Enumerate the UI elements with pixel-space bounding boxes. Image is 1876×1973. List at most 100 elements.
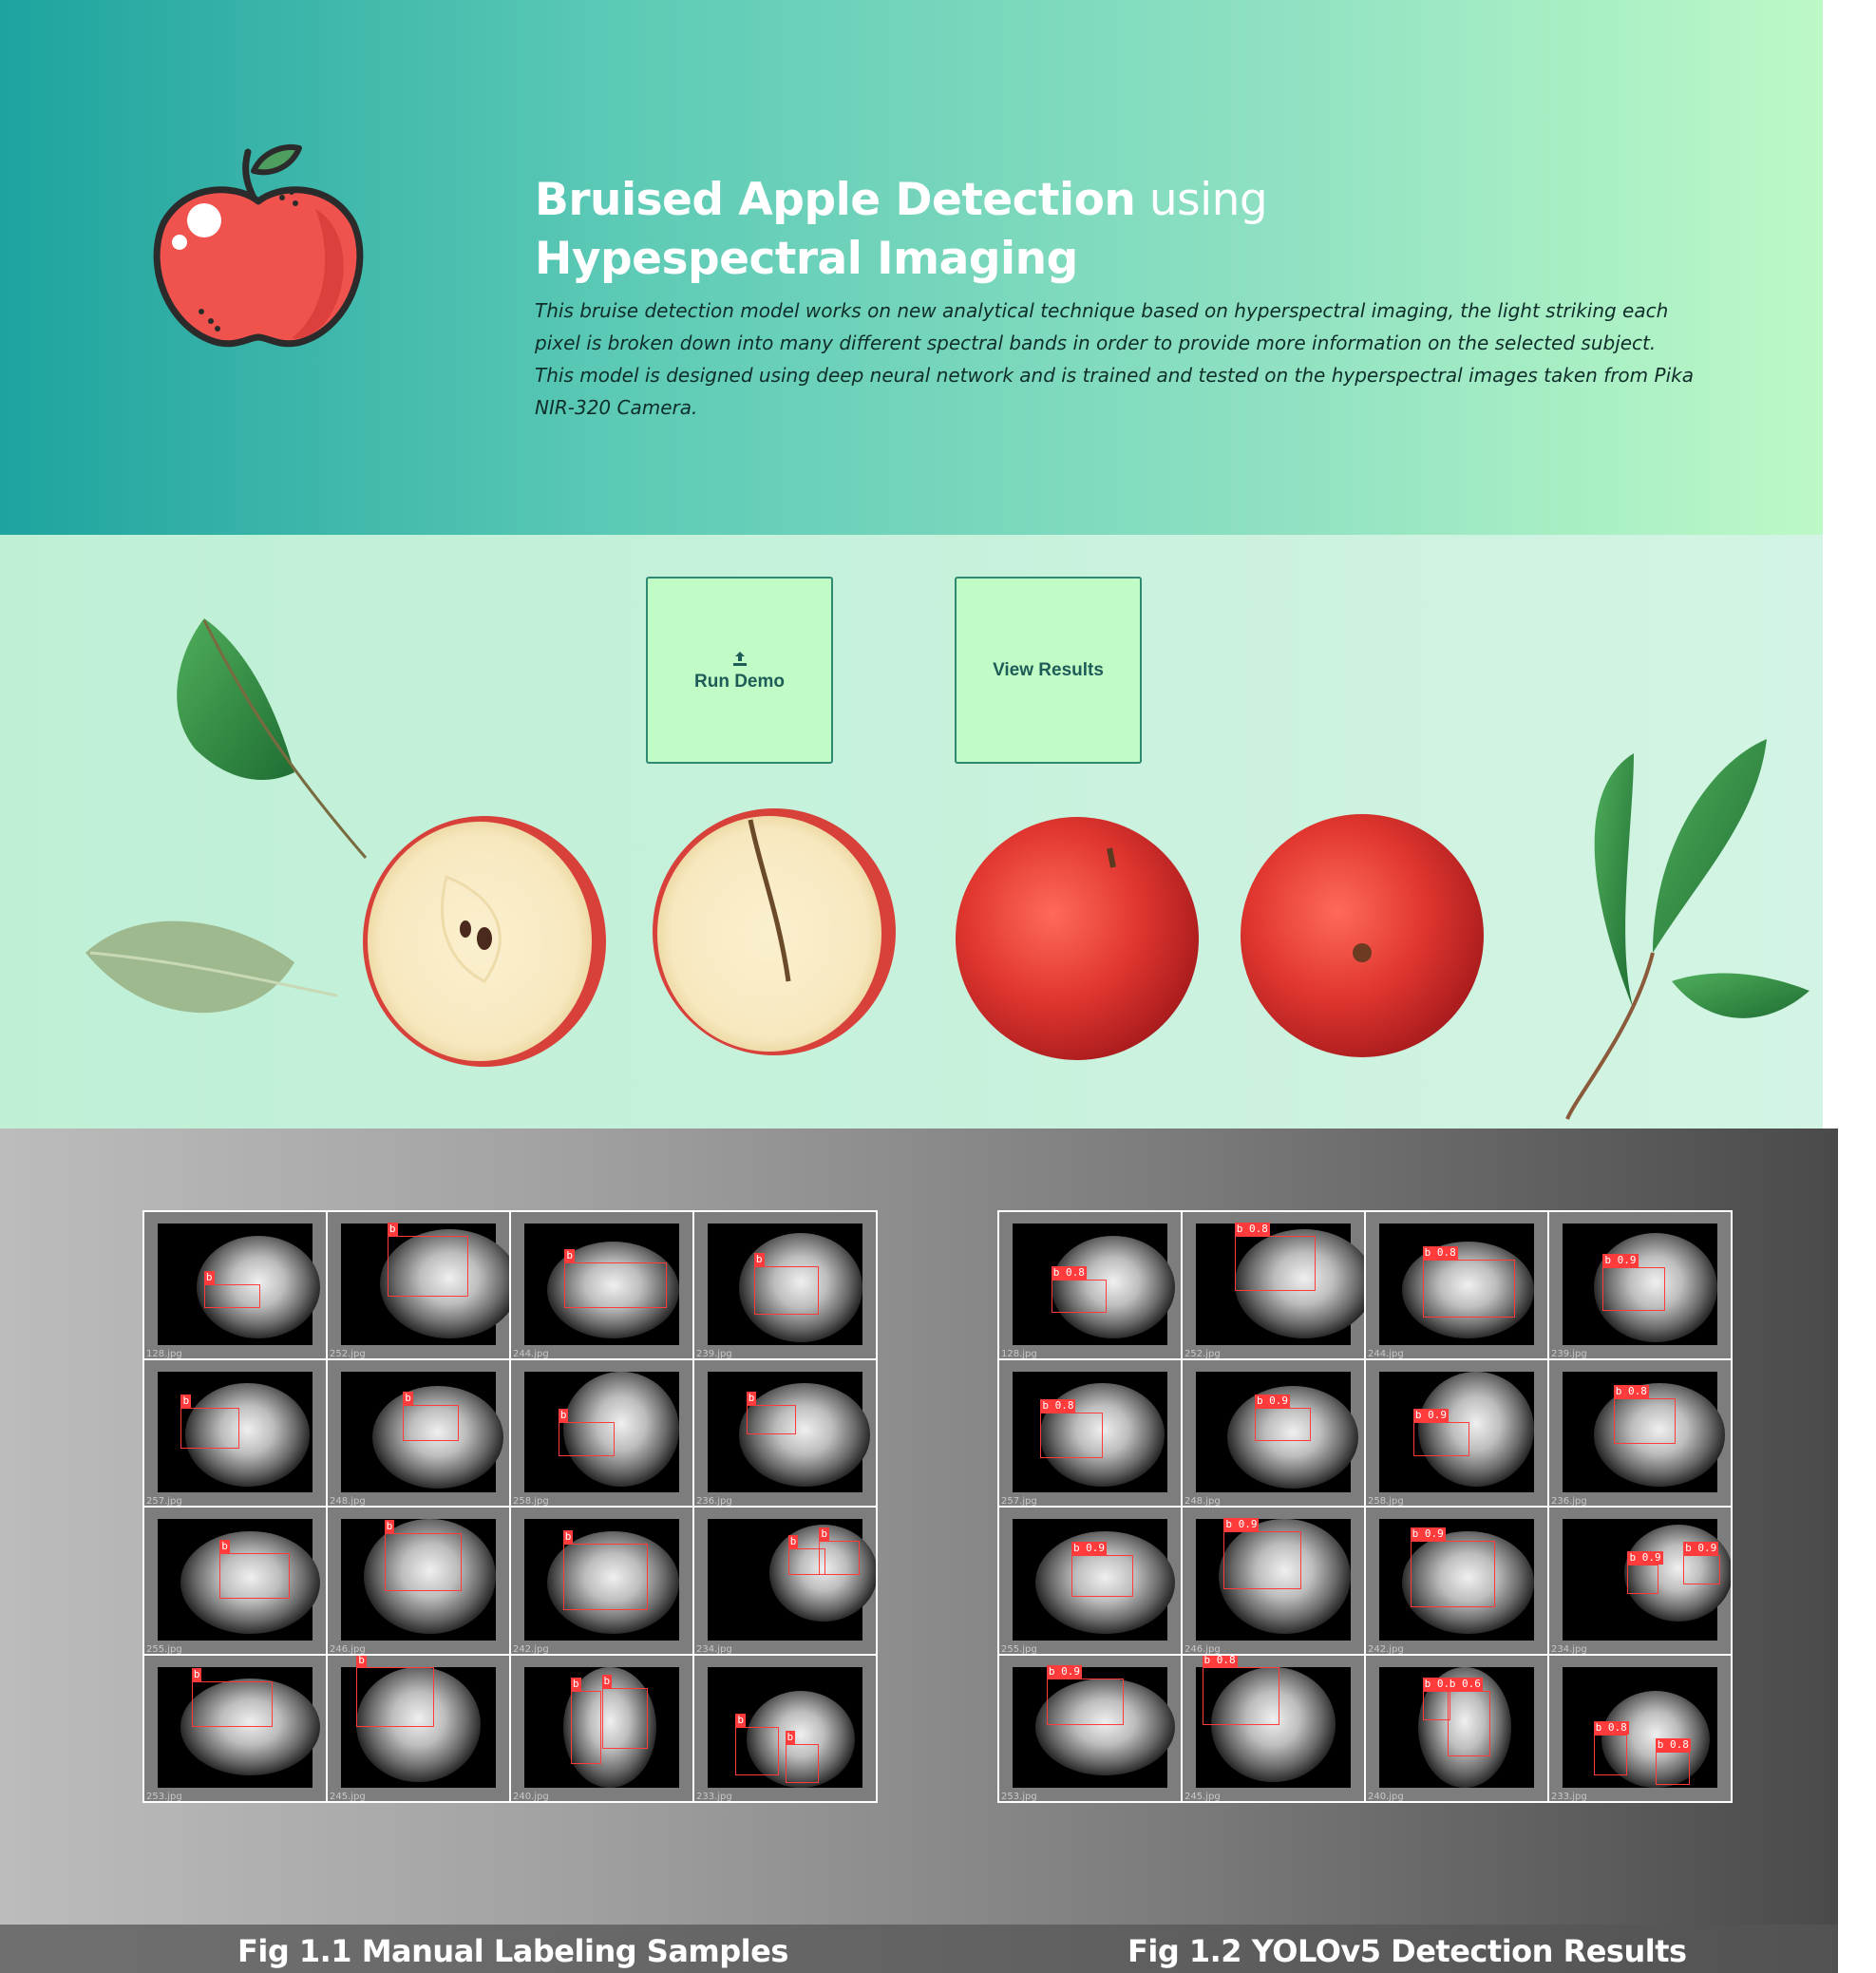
bruise-label: b 0.9 — [1683, 1542, 1719, 1556]
bruise-bounding-box: b — [384, 1520, 463, 1592]
hyperspectral-image: b 0.9 — [1379, 1371, 1534, 1492]
hyperspectral-image: b 0.9 — [1196, 1517, 1351, 1641]
hyperspectral-image: b 0.9 — [1196, 1371, 1359, 1492]
upload-icon — [732, 651, 747, 666]
image-filename: 128.jpg — [1001, 1348, 1037, 1358]
hyperspectral-image: b — [708, 1371, 871, 1492]
image-filename: 252.jpg — [1184, 1348, 1221, 1358]
bruise-bounding-box: b 0.8 — [1040, 1398, 1103, 1459]
manual-cell: b b 234.jpg — [694, 1508, 876, 1654]
view-results-button[interactable]: View Results — [955, 577, 1142, 764]
bruise-bounding-box: b — [356, 1655, 434, 1728]
bruise-bounding-box: b 0.9 — [1627, 1551, 1663, 1595]
image-filename: 244.jpg — [1368, 1348, 1404, 1358]
hyperspectral-image: b 0.9 — [1013, 1665, 1176, 1788]
bruise-bounding-box: b — [746, 1392, 796, 1434]
image-filename: 233.jpg — [696, 1792, 732, 1801]
hyperspectral-image: b — [158, 1519, 321, 1641]
bruise-bounding-box: b — [819, 1527, 860, 1575]
detection-cell: b 0.8 236.jpg — [1549, 1359, 1731, 1506]
bruise-label: b — [785, 1731, 796, 1745]
bruise-label: b 0.8 — [1040, 1398, 1076, 1413]
manual-cell: b 239.jpg — [694, 1212, 876, 1358]
image-filename: 242.jpg — [513, 1643, 549, 1654]
figure-caption-right: Fig 1.2 YOLOv5 Detection Results — [1127, 1933, 1687, 1969]
bruise-bounding-box: b 0.9 — [1254, 1394, 1311, 1442]
bruise-bounding-box: b 0.8 — [1234, 1222, 1316, 1292]
detection-cell: b 0.8 257.jpg — [999, 1359, 1181, 1506]
bruise-bounding-box: b 0.9 — [1683, 1542, 1721, 1584]
detection-cell: b 0.8 252.jpg — [1183, 1212, 1364, 1358]
image-filename: 258.jpg — [513, 1496, 549, 1506]
detection-cell: b 0.8 128.jpg — [999, 1212, 1181, 1358]
bruise-label: b — [735, 1714, 746, 1728]
bruise-bounding-box: b 0.9 — [1071, 1542, 1134, 1597]
image-filename: 234.jpg — [1551, 1643, 1587, 1654]
bruise-bounding-box: b 0.8 — [1655, 1737, 1691, 1786]
view-results-label: View Results — [993, 659, 1104, 680]
bruise-bounding-box: b — [562, 1529, 649, 1610]
manual-cell: b 242.jpg — [511, 1508, 692, 1654]
image-filename: 240.jpg — [513, 1792, 549, 1801]
manual-cell: b b 240.jpg — [511, 1655, 692, 1801]
bruise-bounding-box: b — [403, 1392, 459, 1442]
bruise-label: b — [180, 1394, 192, 1408]
image-filename: 246.jpg — [1184, 1643, 1221, 1654]
bruise-bounding-box: b 0.8 — [1422, 1246, 1516, 1318]
description-paragraph-1: This bruise detection model works on new… — [535, 299, 1669, 354]
image-filename: 246.jpg — [330, 1643, 366, 1654]
image-filename: 257.jpg — [146, 1496, 182, 1506]
run-demo-button[interactable]: Run Demo — [646, 577, 833, 764]
image-filename: 236.jpg — [696, 1496, 732, 1506]
bruise-label: b — [819, 1527, 829, 1541]
image-filename: 245.jpg — [330, 1792, 366, 1801]
image-filename: 248.jpg — [1184, 1496, 1221, 1506]
hero-description: This bruise detection model works on new… — [535, 294, 1703, 424]
description-paragraph-2: This model is designed using deep neural… — [535, 364, 1694, 419]
bruise-bounding-box: b 0.9 — [1223, 1517, 1301, 1589]
bruise-label: b — [570, 1678, 581, 1691]
page-title: Bruised Apple Detection using Hypespectr… — [535, 171, 1675, 289]
title-line2: Hypespectral Imaging — [535, 233, 1078, 285]
bruise-label: b — [384, 1520, 395, 1534]
apple-blob — [738, 1383, 871, 1487]
hyperspectral-image: b — [341, 1371, 504, 1492]
bruise-bounding-box: b 0.9 — [1412, 1409, 1469, 1456]
bruise-label: b 0.9 — [1602, 1253, 1639, 1267]
hyperspectral-image: b — [524, 1371, 679, 1492]
title-light: using — [1135, 174, 1268, 226]
bruise-bounding-box: b 0.6 — [1422, 1678, 1458, 1720]
manual-cell: b 245.jpg — [328, 1655, 509, 1801]
bruise-label: b 0.8 — [1051, 1265, 1087, 1280]
image-filename: 255.jpg — [146, 1643, 182, 1654]
caption-bar: Fig 1.1 Manual Labeling Samples Fig 1.2 … — [0, 1925, 1838, 1973]
hyperspectral-image: b 0.8 b 0.8 — [1563, 1666, 1717, 1788]
bruise-bounding-box: b 0.9 — [1602, 1253, 1665, 1311]
image-filename: 239.jpg — [1551, 1348, 1587, 1358]
bruise-label: b — [403, 1392, 413, 1406]
bruise-label: b 0.8 — [1234, 1222, 1270, 1236]
detection-cell: b 0.8 b 0.8 233.jpg — [1549, 1655, 1731, 1801]
yolo-detection-grid: b 0.8 128.jpg b 0.8 252.jpg b 0.8 244.jpg b 0.… — [997, 1210, 1733, 1803]
bruise-label: b — [601, 1675, 613, 1689]
bruise-bounding-box: b — [219, 1539, 290, 1600]
image-filename: 258.jpg — [1368, 1496, 1404, 1506]
bruise-bounding-box: b 0.8 — [1613, 1384, 1676, 1444]
hyperspectral-image: b — [341, 1222, 509, 1345]
figure-caption-left: Fig 1.1 Manual Labeling Samples — [237, 1933, 788, 1969]
results-section: b 128.jpg b 252.jpg b 244.jpg b 239.jpg b 257.jpg… — [0, 1129, 1838, 1973]
image-filename: 239.jpg — [696, 1348, 732, 1358]
bruise-label: b — [753, 1252, 765, 1266]
bruise-label: b — [558, 1409, 569, 1423]
bruise-label: b 0.6 — [1447, 1678, 1483, 1691]
apples-photo — [85, 618, 1810, 1120]
run-demo-label: Run Demo — [694, 671, 785, 692]
image-filename: 236.jpg — [1551, 1496, 1587, 1506]
hyperspectral-image: b — [708, 1224, 862, 1345]
manual-cell: b 255.jpg — [144, 1508, 326, 1654]
apple-logo-icon — [153, 143, 364, 348]
hyperspectral-image: b — [341, 1519, 496, 1641]
bruise-label: b 0.9 — [1627, 1551, 1663, 1565]
bruise-bounding-box: b — [180, 1394, 240, 1450]
bruise-bounding-box: b — [203, 1270, 260, 1309]
